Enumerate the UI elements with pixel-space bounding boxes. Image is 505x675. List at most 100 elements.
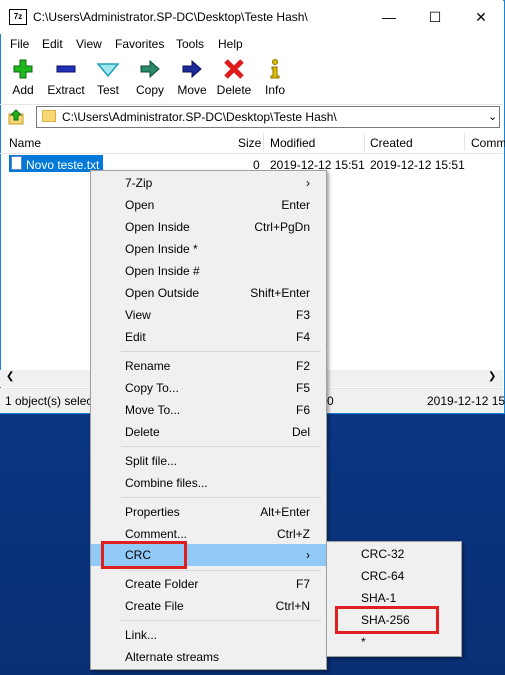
window-title: C:\Users\Administrator.SP-DC\Desktop\Tes… (33, 10, 308, 24)
move-label: Move (177, 83, 207, 97)
menu-favorites[interactable]: Favorites (115, 37, 164, 51)
add-label: Add (12, 83, 34, 97)
check-icon (97, 63, 119, 78)
menu-item-shortcut: F5 (295, 381, 310, 395)
file-created: 2019-12-12 15:51 (370, 158, 465, 172)
column-divider[interactable] (464, 133, 465, 151)
info-icon (270, 59, 280, 79)
menu-item-label: Edit (125, 330, 146, 344)
menu-item-open-inside-hash[interactable]: Open Inside # (91, 260, 326, 282)
menu-item-label: Move To... (125, 403, 181, 417)
menu-item-label: Split file... (125, 454, 178, 468)
menu-tools[interactable]: Tools (176, 37, 204, 51)
submenu-item-crc64[interactable]: CRC-64 (327, 565, 461, 587)
menu-view[interactable]: View (76, 37, 102, 51)
menu-item-label: Rename (125, 359, 171, 373)
menu-item-shortcut: Ctrl+Z (277, 527, 310, 541)
menu-item-label: Properties (125, 505, 180, 519)
menu-item-combine-files[interactable]: Combine files... (91, 472, 326, 494)
column-divider[interactable] (263, 133, 264, 151)
test-button[interactable]: Test (86, 58, 130, 97)
add-button[interactable]: Add (1, 58, 45, 97)
menu-item-open-inside-star[interactable]: Open Inside * (91, 238, 326, 260)
info-button[interactable]: Info (253, 58, 297, 97)
column-size[interactable]: Size (238, 136, 261, 150)
menu-item-rename[interactable]: Rename F2 (91, 355, 326, 377)
menu-item-shortcut: Enter (281, 198, 310, 212)
copy-button[interactable]: Copy (128, 58, 172, 97)
file-name[interactable]: Novo teste.txt (26, 158, 99, 172)
menu-item-shortcut: Ctrl+N (275, 599, 310, 613)
menu-item-shortcut: Shift+Enter (250, 286, 310, 300)
status-date: 2019-12-12 15 (427, 394, 505, 408)
text-file-icon (11, 156, 22, 170)
menu-item-label: Combine files... (125, 476, 208, 490)
chevron-right-icon: › (306, 548, 310, 562)
submenu-item-all[interactable]: * (327, 631, 461, 653)
menu-help[interactable]: Help (218, 37, 243, 51)
info-label: Info (264, 83, 285, 97)
menu-item-edit[interactable]: Edit F4 (91, 326, 326, 348)
menu-separator (121, 351, 321, 352)
menu-item-label: Open Outside (125, 286, 200, 300)
menu-item-open[interactable]: Open Enter (91, 194, 326, 216)
menu-separator (121, 570, 321, 571)
menu-item-copy-to[interactable]: Copy To... F5 (91, 377, 326, 399)
minimize-button[interactable]: — (366, 0, 412, 34)
menu-item-label: Link... (125, 628, 158, 642)
menu-item-label: 7-Zip (125, 176, 153, 190)
menu-item-open-outside[interactable]: Open Outside Shift+Enter (91, 282, 326, 304)
column-divider[interactable] (364, 133, 365, 151)
extract-label: Extract (47, 83, 85, 97)
annotation-highlight-sha256 (335, 606, 439, 634)
folder-icon (42, 110, 56, 122)
move-button[interactable]: Move (170, 58, 214, 97)
scroll-right-icon[interactable]: ❯ (488, 371, 496, 382)
menu-item-alternate-streams[interactable]: Alternate streams (91, 646, 326, 668)
menu-item-properties[interactable]: Properties Alt+Enter (91, 501, 326, 523)
submenu-item-label: SHA-1 (361, 591, 397, 605)
copy-label: Copy (135, 83, 164, 97)
menu-item-label: Alternate streams (125, 650, 220, 664)
close-button[interactable]: ✕ (458, 0, 504, 34)
submenu-item-label: CRC-64 (361, 569, 405, 583)
context-menu: 7-Zip › Open Enter Open Inside Ctrl+PgDn Op… (90, 170, 327, 670)
menu-item-label: Open (125, 198, 155, 212)
menu-item-open-inside[interactable]: Open Inside Ctrl+PgDn (91, 216, 326, 238)
menu-item-move-to[interactable]: Move To... F6 (91, 399, 326, 421)
menu-item-view[interactable]: View F3 (91, 304, 326, 326)
submenu-item-crc32[interactable]: CRC-32 (327, 543, 461, 565)
chevron-down-icon[interactable]: ⌄ (488, 110, 497, 123)
menu-separator (121, 446, 321, 447)
column-name[interactable]: Name (9, 136, 41, 150)
status-size: 0 (327, 394, 334, 408)
column-comment[interactable]: Comm (471, 136, 505, 150)
extract-button[interactable]: Extract (44, 58, 88, 97)
menu-item-split-file[interactable]: Split file... (91, 450, 326, 472)
delete-button[interactable]: Delete (212, 58, 256, 97)
menu-item-shortcut: Del (291, 425, 310, 439)
scroll-left-icon[interactable]: ❮ (6, 371, 14, 382)
menu-item-link[interactable]: Link... (91, 624, 326, 646)
menu-item-label: Open Inside (125, 220, 190, 234)
column-created[interactable]: Created (370, 136, 413, 150)
column-modified[interactable]: Modified (270, 136, 315, 150)
menu-item-create-folder[interactable]: Create Folder F7 (91, 573, 326, 595)
menu-item-shortcut: F6 (295, 403, 310, 417)
menu-item-delete[interactable]: Delete Del (91, 421, 326, 443)
menu-file[interactable]: File (10, 37, 29, 51)
menu-item-shortcut: F4 (295, 330, 310, 344)
maximize-button[interactable]: ☐ (412, 0, 458, 34)
menu-item-label: Copy To... (125, 381, 179, 395)
annotation-highlight-crc (101, 541, 187, 569)
status-selected: 1 object(s) selec (5, 394, 93, 408)
menu-edit[interactable]: Edit (42, 37, 63, 51)
menu-item-label: View (125, 308, 151, 322)
menu-item-create-file[interactable]: Create File Ctrl+N (91, 595, 326, 617)
plus-icon (13, 59, 33, 79)
delete-label: Delete (216, 83, 252, 97)
x-icon (224, 59, 244, 79)
up-folder-icon[interactable] (8, 109, 24, 125)
menu-item-7zip[interactable]: 7-Zip › (91, 172, 326, 194)
submenu-item-label: * (361, 635, 366, 649)
